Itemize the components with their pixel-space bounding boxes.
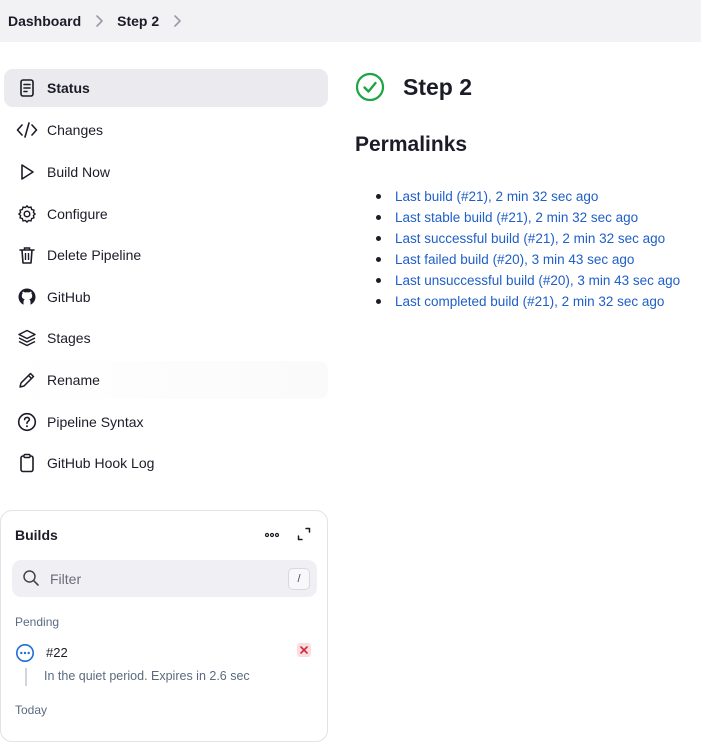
bullet-icon xyxy=(376,194,381,199)
sidebar-item-label: GitHub Hook Log xyxy=(47,455,155,471)
sidebar-item-delete-pipeline[interactable]: Delete Pipeline xyxy=(4,236,328,274)
today-group-label: Today xyxy=(15,703,48,717)
chevron-right-icon[interactable] xyxy=(91,13,107,29)
builds-panel: Builds / Pending #22 In the quiet period… xyxy=(0,510,328,742)
clipboard-icon xyxy=(16,452,38,474)
code-icon xyxy=(16,119,38,141)
build-description: In the quiet period. Expires in 2.6 sec xyxy=(44,669,250,683)
chevron-right-icon[interactable] xyxy=(169,13,185,29)
permalink-last-completed-build[interactable]: Last completed build (#21), 2 min 32 sec… xyxy=(395,294,664,309)
bullet-icon xyxy=(376,299,381,304)
sidebar-item-label: Delete Pipeline xyxy=(47,247,142,263)
sidebar-item-label: Status xyxy=(47,80,90,96)
cancel-build-button[interactable] xyxy=(297,643,311,657)
success-check-icon xyxy=(355,72,385,102)
sidebar-item-label: Rename xyxy=(47,372,100,388)
sidebar-item-label: Build Now xyxy=(47,164,111,180)
expand-icon[interactable] xyxy=(295,525,313,543)
list-item: Last completed build (#21), 2 min 32 sec… xyxy=(376,291,680,312)
more-options-icon[interactable] xyxy=(262,525,282,545)
sidebar-item-label: Pipeline Syntax xyxy=(47,414,144,430)
build-number[interactable]: #22 xyxy=(46,645,68,660)
list-item: Last successful build (#21), 2 min 32 se… xyxy=(376,228,680,249)
trash-icon xyxy=(16,244,38,266)
sidebar-item-label: Configure xyxy=(47,206,108,222)
timeline-line xyxy=(25,668,27,686)
github-icon xyxy=(16,286,38,308)
search-icon xyxy=(22,569,40,587)
pending-icon xyxy=(15,643,35,663)
permalink-last-unsuccessful-build[interactable]: Last unsuccessful build (#20), 3 min 43 … xyxy=(395,273,680,288)
list-item: Last build (#21), 2 min 32 sec ago xyxy=(376,186,680,207)
keyboard-shortcut-hint: / xyxy=(288,568,310,590)
sidebar-item-label: GitHub xyxy=(47,289,91,305)
permalink-last-stable-build[interactable]: Last stable build (#21), 2 min 32 sec ag… xyxy=(395,210,638,225)
permalinks-list: Last build (#21), 2 min 32 sec ago Last … xyxy=(376,186,680,312)
sidebar-item-label: Stages xyxy=(47,330,91,346)
gear-icon xyxy=(16,203,38,225)
pending-group-label: Pending xyxy=(15,615,60,629)
permalink-last-build[interactable]: Last build (#21), 2 min 32 sec ago xyxy=(395,189,598,204)
sidebar-item-status[interactable]: Status xyxy=(4,69,328,107)
sidebar-item-changes[interactable]: Changes xyxy=(4,111,328,149)
sidebar-item-rename[interactable]: Rename xyxy=(4,361,328,399)
permalinks-heading: Permalinks xyxy=(355,133,468,156)
sidebar-item-build-now[interactable]: Build Now xyxy=(4,153,328,191)
bullet-icon xyxy=(376,278,381,283)
sidebar-item-github[interactable]: GitHub xyxy=(4,278,328,316)
list-item: Last unsuccessful build (#20), 3 min 43 … xyxy=(376,270,680,291)
sidebar-item-label: Changes xyxy=(47,122,104,138)
close-icon xyxy=(300,646,308,654)
list-item: Last stable build (#21), 2 min 32 sec ag… xyxy=(376,207,680,228)
builds-title: Builds xyxy=(15,527,58,543)
bullet-icon xyxy=(376,215,381,220)
permalink-last-successful-build[interactable]: Last successful build (#21), 2 min 32 se… xyxy=(395,231,665,246)
layers-icon xyxy=(16,327,38,349)
breadcrumb: Dashboard Step 2 xyxy=(0,0,701,42)
filter-input[interactable] xyxy=(48,568,282,590)
sidebar-item-configure[interactable]: Configure xyxy=(4,195,328,233)
permalink-last-failed-build[interactable]: Last failed build (#20), 3 min 43 sec ag… xyxy=(395,252,634,267)
bullet-icon xyxy=(376,236,381,241)
builds-filter: / xyxy=(12,560,317,597)
bullet-icon xyxy=(376,257,381,262)
list-item: Last failed build (#20), 3 min 43 sec ag… xyxy=(376,249,680,270)
breadcrumb-step-2[interactable]: Step 2 xyxy=(117,13,159,29)
build-row[interactable]: #22 xyxy=(15,642,315,664)
breadcrumb-dashboard[interactable]: Dashboard xyxy=(8,13,81,29)
page-header: Step 2 xyxy=(355,72,472,102)
sidebar-item-stages[interactable]: Stages xyxy=(4,319,328,357)
document-icon xyxy=(16,77,38,99)
sidebar-item-github-hook-log[interactable]: GitHub Hook Log xyxy=(4,444,328,482)
sidebar-item-pipeline-syntax[interactable]: Pipeline Syntax xyxy=(4,403,328,441)
play-icon xyxy=(16,161,38,183)
pencil-icon xyxy=(16,369,38,391)
page-title: Step 2 xyxy=(403,73,473,100)
help-circle-icon xyxy=(16,411,38,433)
